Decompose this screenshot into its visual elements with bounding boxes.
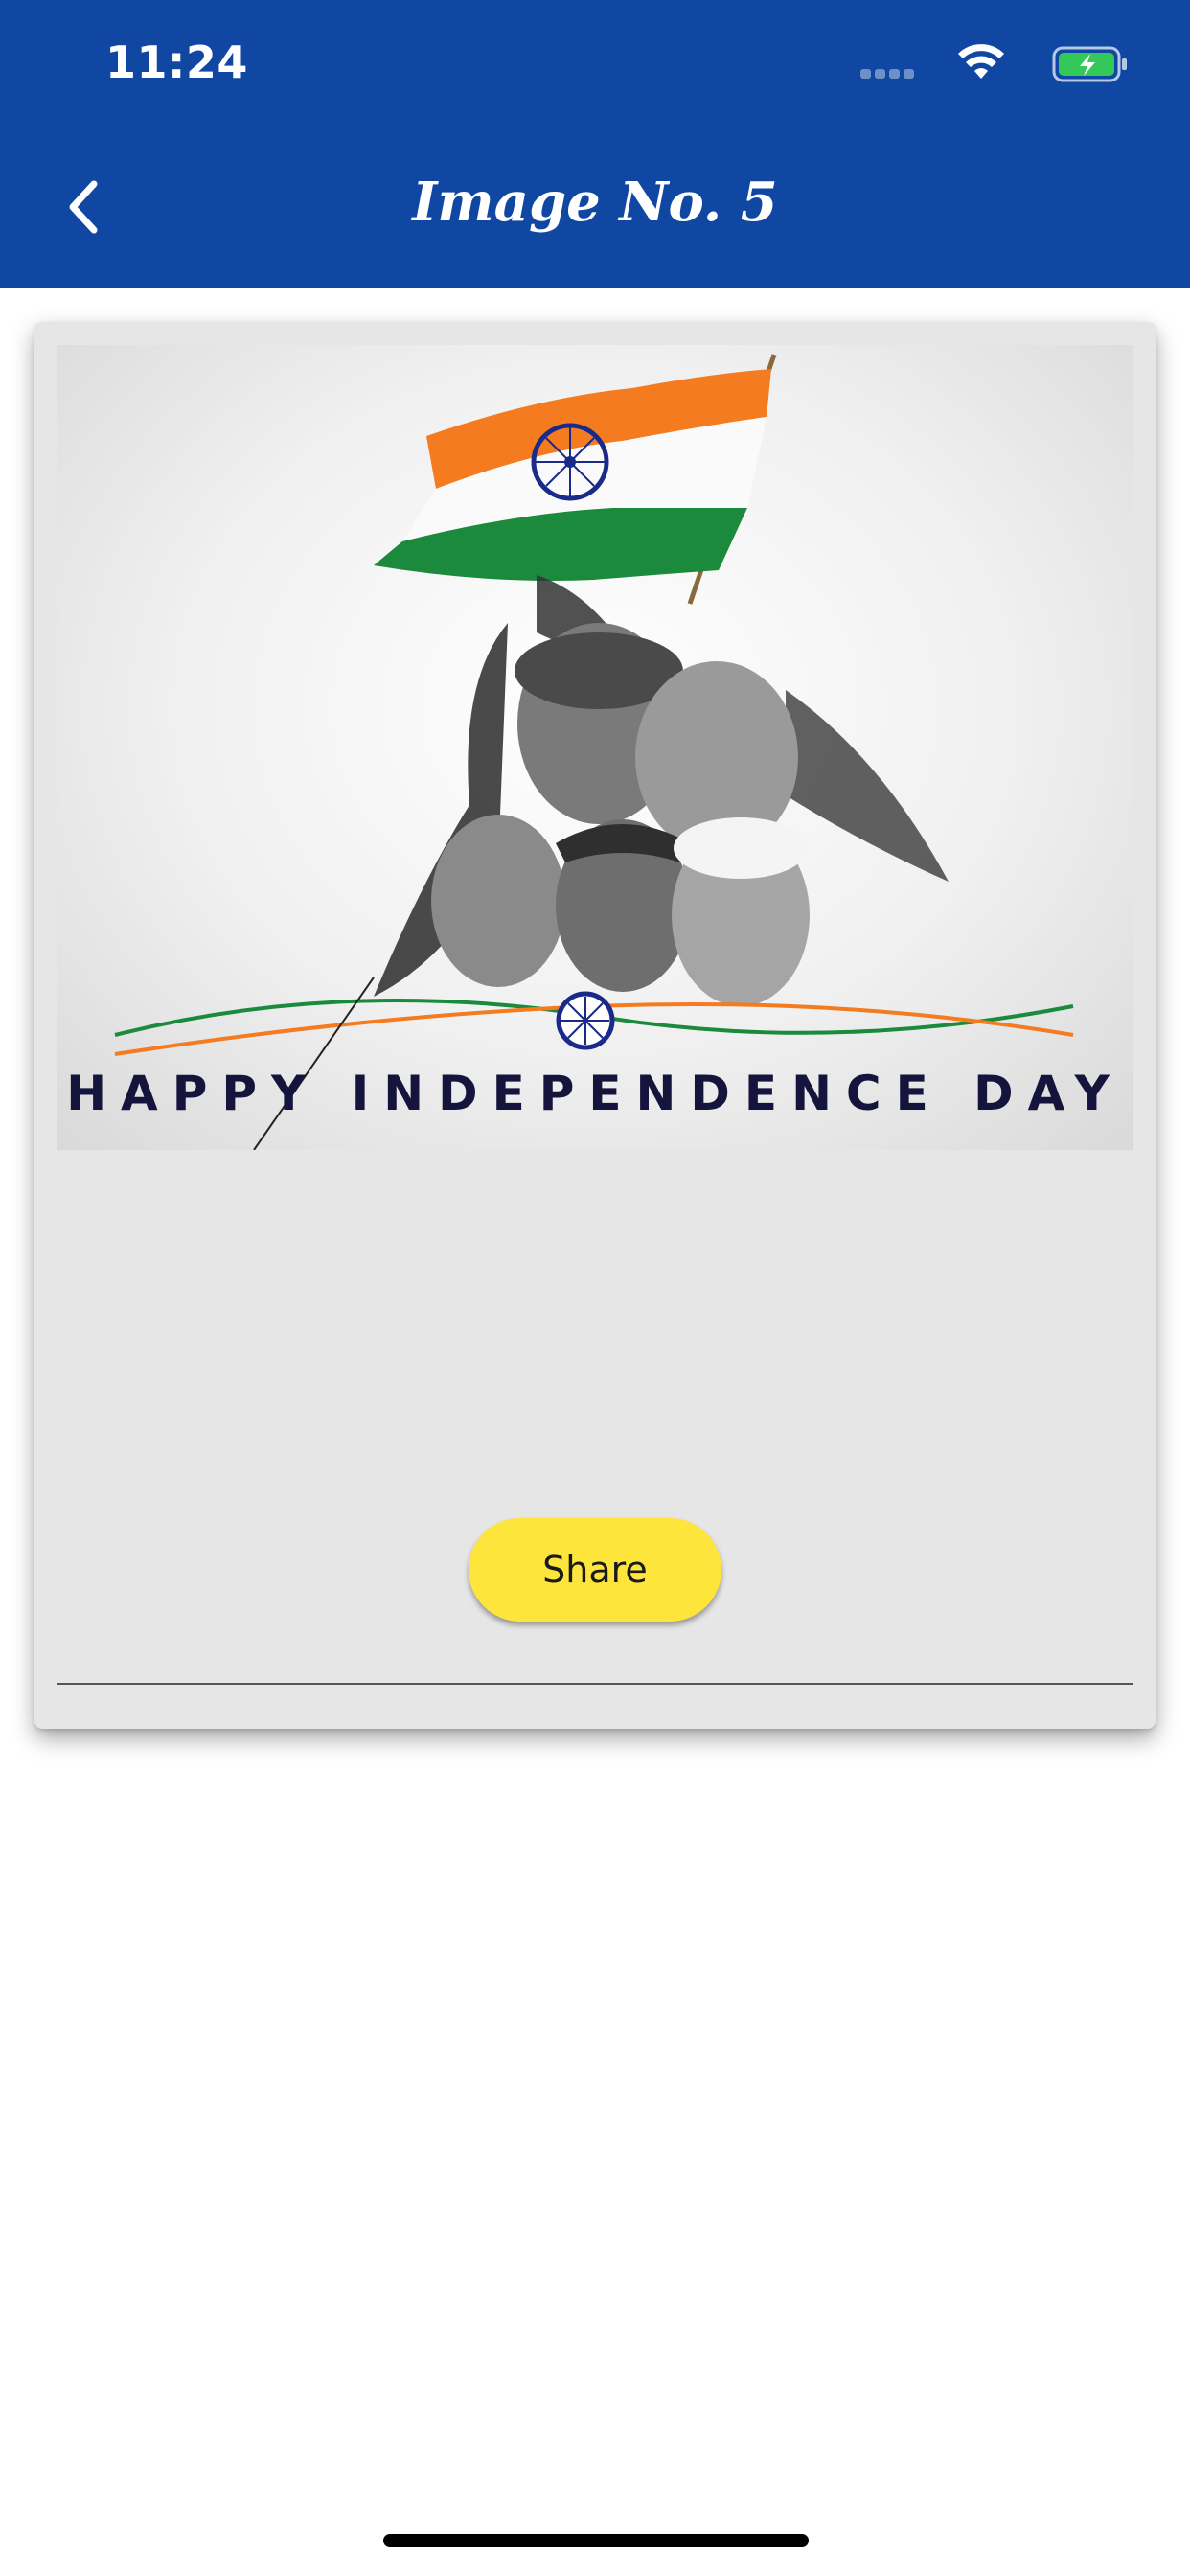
status-time: 11:24 [105,36,248,88]
page-title: Image No. 5 [412,171,778,234]
image-card: HAPPY INDEPENDENCE DAY Share [34,322,1156,1729]
share-button[interactable]: Share [469,1518,721,1622]
image-caption: HAPPY INDEPENDENCE DAY [66,1066,1124,1121]
independence-day-artwork [114,354,1074,1150]
battery-charging-icon [1052,46,1127,82]
screen: 11:24 Image No. 5 HAPPY INDEPENDENCE DAY… [0,0,1190,2576]
signal-icon [860,69,916,80]
independence-day-image: HAPPY INDEPENDENCE DAY [57,345,1133,1150]
wifi-icon [958,44,1004,79]
home-indicator[interactable] [383,2534,809,2547]
divider [57,1683,1133,1685]
header: 11:24 Image No. 5 [0,0,1190,288]
